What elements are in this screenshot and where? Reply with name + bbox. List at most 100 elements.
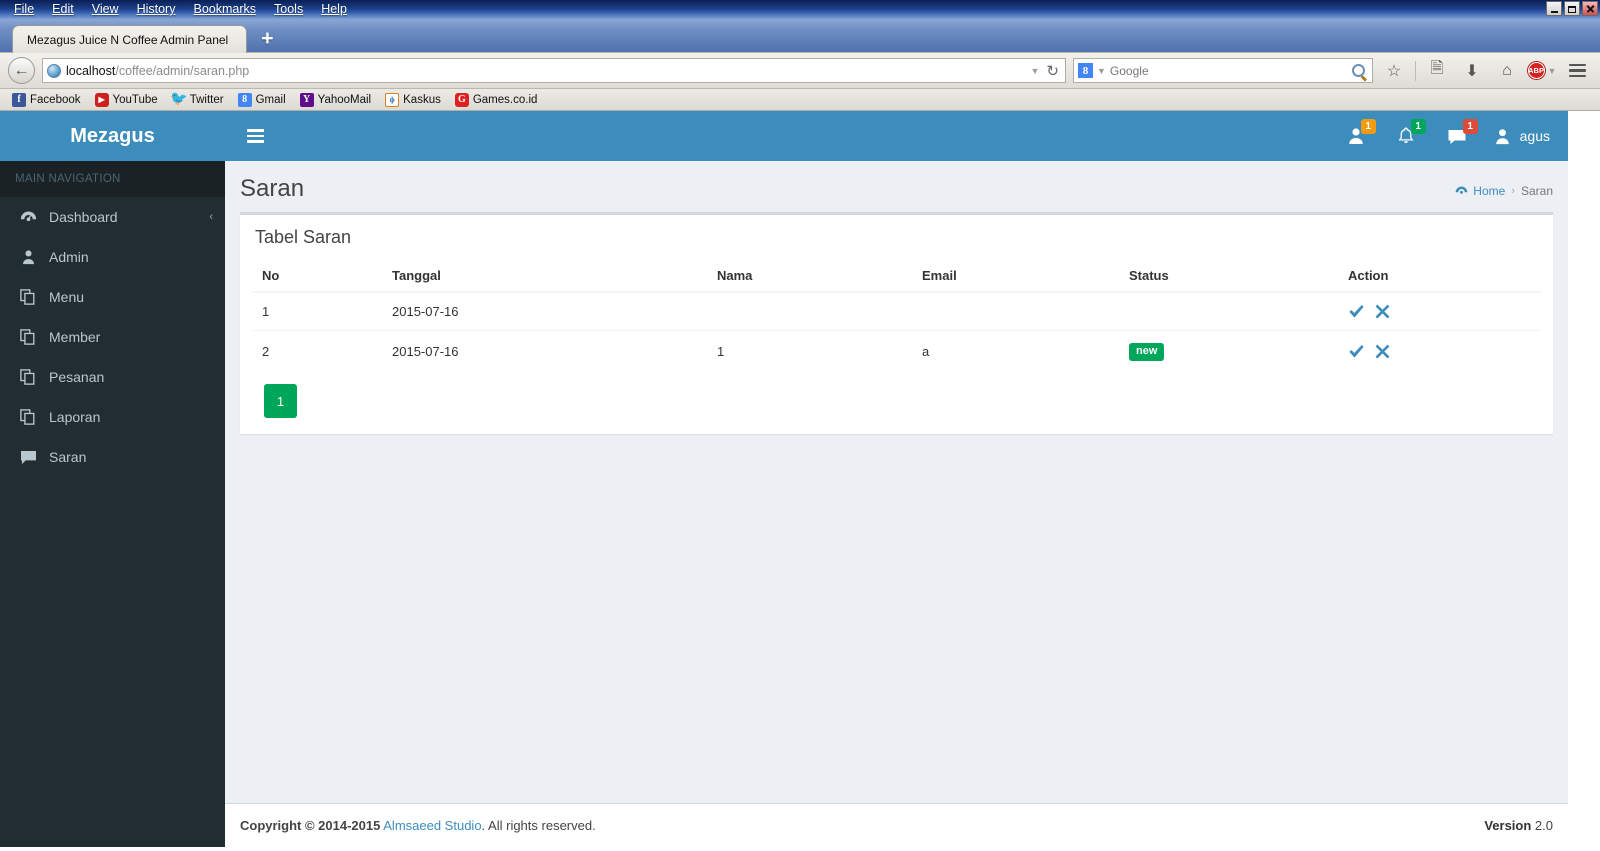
messages-badge: 1 [1462,119,1478,134]
menu-file-label: File [14,2,35,16]
bookmark-label: Facebook [30,93,81,106]
google-icon: 8 [1078,63,1093,78]
home-icon[interactable]: ⌂ [1493,57,1521,85]
menu-file[interactable]: File [6,1,44,18]
menu-view[interactable]: View [84,1,129,18]
table-head: No Tanggal Nama Email Status Action [252,260,1541,294]
sidebar-item-label: Menu [49,289,85,305]
bookmark-kaskus[interactable]: ф Kaskus [379,92,447,107]
table-row: 2 2015-07-16 1 a new [252,330,1541,373]
menu-edit[interactable]: Edit [44,1,84,18]
twitter-icon: 🐦 [170,92,188,107]
files-icon [18,409,38,425]
saran-table: No Tanggal Nama Email Status Action 1 20… [252,260,1541,373]
box-tabel-saran: Tabel Saran No Tanggal Nama Email Status [240,212,1553,435]
files-icon [18,329,38,345]
bookmark-gmail[interactable]: 8 Gmail [232,92,292,107]
browser-menubar: File Edit View History Bookmarks Tools H… [0,1,357,18]
kaskus-icon: ф [385,92,400,107]
sidebar-item-pesanan[interactable]: Pesanan [0,357,225,397]
breadcrumb-home-label: Home [1473,184,1506,198]
search-engine-chevron-icon[interactable]: ▼ [1097,66,1106,76]
bookmark-label: Kaskus [403,93,441,106]
adblock-chevron-icon[interactable]: ▼ [1548,66,1557,76]
user-name: agus [1519,128,1550,144]
notifications-badge: 1 [1410,119,1426,134]
delete-button[interactable] [1375,304,1390,319]
new-tab-button[interactable]: + [247,28,283,53]
downloads-icon[interactable]: ⬇ [1458,57,1486,85]
messages-menu[interactable]: 1 [1431,111,1483,161]
footer-copyright-suffix: . All rights reserved. [481,818,596,833]
comment-icon [18,450,38,465]
gmail-icon: 8 [237,92,252,107]
pagination-page-1[interactable]: 1 [264,384,297,419]
bookmark-label: Gmail [255,93,286,106]
box-title: Tabel Saran [255,227,352,248]
reader-list-icon[interactable]: 🗎 [1423,57,1451,85]
url-text: localhost/coffee/admin/saran.php [66,64,1026,78]
browser-menu-icon[interactable] [1563,63,1592,78]
sidebar-item-dashboard[interactable]: Dashboard ‹ [0,197,225,237]
bookmark-star-icon[interactable]: ☆ [1380,57,1408,85]
window-controls [1546,1,1598,16]
user-account-menu[interactable]: agus [1483,111,1568,161]
search-icon[interactable] [1352,64,1365,77]
col-header-email: Email [912,260,1119,294]
breadcrumb-current: Saran [1520,184,1553,198]
content-area: Saran Home › Saran Tabel Saran No Tangga… [225,161,1568,847]
cell-no: 1 [252,291,382,331]
cell-email [912,291,1119,331]
files-icon [18,369,38,385]
chevron-down-icon[interactable]: ▼ [1031,66,1040,76]
facebook-icon: f [12,92,26,107]
browser-tab[interactable]: Mezagus Juice N Coffee Admin Panel [12,25,248,53]
menu-help[interactable]: Help [313,1,357,18]
box-body: No Tanggal Nama Email Status Action 1 20… [240,260,1553,434]
footer-studio-link[interactable]: Almsaeed Studio [383,818,481,833]
back-button[interactable]: ← [8,57,35,84]
bookmark-games[interactable]: G Games.co.id [449,92,544,107]
delete-button[interactable] [1375,344,1390,359]
search-input[interactable]: Google [1110,64,1348,78]
toolbar-divider [1415,60,1416,81]
footer-version-label: Version [1484,818,1532,833]
dashboard-icon [18,210,38,225]
sidebar-item-admin[interactable]: Admin [0,237,225,277]
content-body: Tabel Saran No Tanggal Nama Email Status [225,212,1568,803]
reload-icon[interactable]: ↻ [1044,62,1061,80]
dashboard-icon [1455,186,1468,194]
approve-button[interactable] [1348,304,1365,319]
bookmark-youtube[interactable]: ▶ YouTube [89,92,164,107]
bookmark-twitter[interactable]: 🐦 Twitter [166,92,230,107]
menu-tools[interactable]: Tools [266,1,313,18]
yahoo-icon: Y [299,92,314,107]
bookmark-facebook[interactable]: f Facebook [6,92,87,107]
cell-email: a [912,330,1119,373]
notifications-menu[interactable]: 1 [1381,111,1431,161]
app-logo[interactable]: Mezagus [0,111,225,161]
sidebar: MAIN NAVIGATION Dashboard ‹ Admin Menu M… [0,161,225,847]
users-menu[interactable]: 1 [1331,111,1381,161]
adblock-icon[interactable]: ABP ▼ [1527,57,1557,85]
breadcrumb-home[interactable]: Home [1455,184,1505,198]
address-bar[interactable]: localhost/coffee/admin/saran.php ▼ ↻ [42,58,1066,83]
sidebar-item-menu[interactable]: Menu [0,277,225,317]
menu-bookmarks[interactable]: Bookmarks [185,1,266,18]
menu-history-label: History [136,2,176,16]
sidebar-item-laporan[interactable]: Laporan [0,397,225,437]
search-bar[interactable]: 8 ▼ Google [1073,58,1373,83]
menu-tools-label: Tools [274,2,304,16]
close-button[interactable] [1582,1,1598,16]
approve-button[interactable] [1348,344,1365,359]
col-header-tanggal: Tanggal [382,260,707,294]
minimize-button[interactable] [1546,1,1562,16]
sidebar-item-saran[interactable]: Saran [0,437,225,477]
menu-history[interactable]: History [129,1,186,18]
menu-edit-label: Edit [52,2,74,16]
hamburger-icon[interactable] [239,121,272,151]
maximize-button[interactable] [1564,1,1580,16]
sidebar-item-member[interactable]: Member [0,317,225,357]
bookmark-yahoomail[interactable]: Y YahooMail [294,92,378,107]
users-badge: 1 [1360,119,1376,134]
